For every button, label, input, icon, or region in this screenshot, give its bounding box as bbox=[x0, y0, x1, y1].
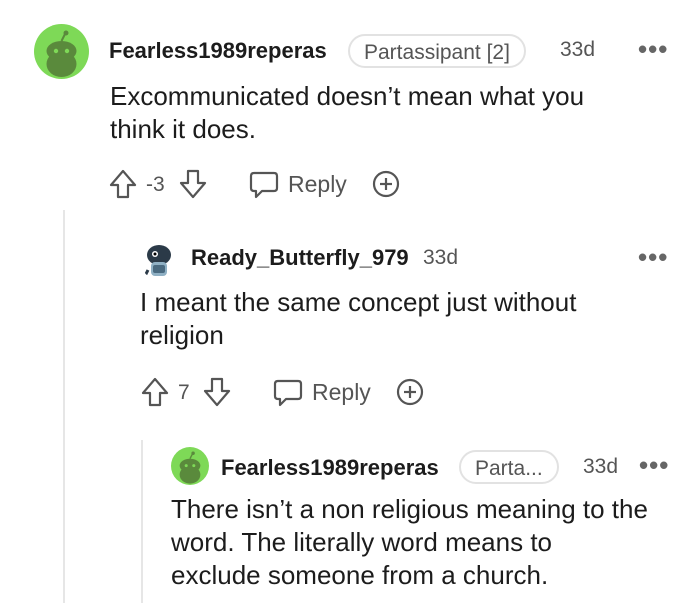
comment-line: religion bbox=[140, 320, 224, 350]
add-award-icon bbox=[372, 170, 400, 198]
comment-line: Excommunicated doesn’t mean what you bbox=[110, 81, 585, 111]
avatar[interactable] bbox=[171, 447, 209, 485]
upvote-button[interactable] bbox=[108, 168, 138, 200]
comment-line: I meant the same concept just without bbox=[140, 287, 577, 317]
comment-body: There isn’t a non religious meaning to t… bbox=[171, 493, 691, 592]
reply-label: Reply bbox=[288, 171, 347, 197]
timestamp: 33d bbox=[560, 38, 596, 61]
thread-line bbox=[141, 440, 143, 603]
timestamp: 33d bbox=[423, 246, 459, 269]
comment-actions: 7 Reply bbox=[140, 376, 440, 410]
vote-count: -3 bbox=[146, 173, 165, 196]
comment-line: think it does. bbox=[110, 114, 256, 144]
avatar[interactable] bbox=[34, 24, 89, 79]
comment-body: I meant the same concept just without re… bbox=[140, 286, 660, 352]
award-button[interactable] bbox=[394, 376, 426, 408]
vote-count: 7 bbox=[178, 381, 190, 404]
user-flair: Parta... bbox=[459, 450, 559, 484]
username[interactable]: Fearless1989reperas bbox=[221, 455, 439, 481]
comment-body: Excommunicated doesn’t mean what you thi… bbox=[110, 80, 670, 146]
user-flair: Partassipant [2] bbox=[348, 34, 526, 68]
comment-actions: -3 Reply bbox=[108, 168, 408, 202]
downvote-icon bbox=[179, 169, 207, 199]
more-options-icon[interactable]: ••• bbox=[638, 244, 668, 270]
more-options-icon[interactable]: ••• bbox=[639, 452, 669, 478]
snoo-avatar-icon bbox=[179, 451, 201, 484]
reply-button[interactable]: Reply bbox=[272, 376, 372, 410]
reply-button[interactable]: Reply bbox=[248, 168, 348, 202]
custom-avatar-icon bbox=[142, 245, 171, 279]
comment-bubble-icon bbox=[273, 379, 303, 407]
comment-line: exclude someone from a church. bbox=[171, 560, 549, 590]
reply-label: Reply bbox=[312, 379, 371, 405]
upvote-icon bbox=[109, 169, 137, 199]
comment-line: There isn’t a non religious meaning to t… bbox=[171, 494, 648, 524]
comment-line: word. The literally word means to bbox=[171, 527, 553, 557]
thread-line bbox=[63, 210, 65, 603]
upvote-icon bbox=[141, 377, 169, 407]
upvote-button[interactable] bbox=[140, 376, 170, 408]
timestamp: 33d bbox=[583, 455, 619, 478]
username[interactable]: Ready_Butterfly_979 bbox=[191, 245, 409, 271]
snoo-avatar-icon bbox=[46, 30, 77, 77]
more-options-icon[interactable]: ••• bbox=[638, 36, 668, 62]
award-button[interactable] bbox=[370, 168, 402, 200]
comment-bubble-icon bbox=[249, 171, 279, 199]
username[interactable]: Fearless1989reperas bbox=[109, 38, 327, 64]
add-award-icon bbox=[396, 378, 424, 406]
downvote-button[interactable] bbox=[202, 376, 232, 408]
downvote-icon bbox=[203, 377, 231, 407]
avatar[interactable] bbox=[140, 240, 180, 280]
downvote-button[interactable] bbox=[178, 168, 208, 200]
